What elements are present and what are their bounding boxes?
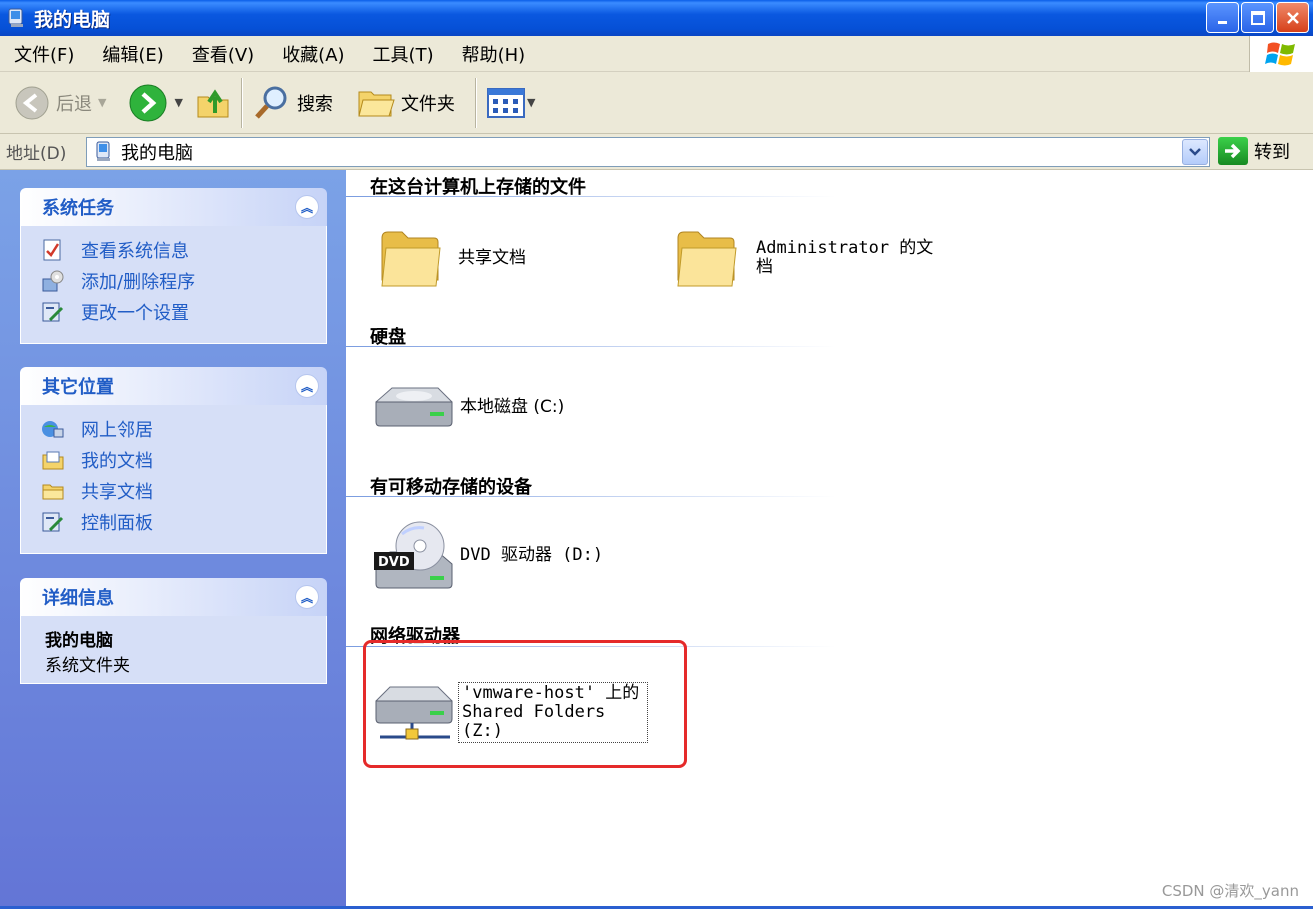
maximize-icon bbox=[1250, 10, 1265, 25]
add-remove-programs-icon bbox=[42, 270, 64, 291]
highlight-annotation bbox=[363, 640, 687, 768]
system-info-icon bbox=[43, 239, 61, 260]
details-type: 系统文件夹 bbox=[45, 656, 130, 676]
forward-arrow-icon bbox=[129, 84, 167, 121]
collapse-icon[interactable]: ︽ bbox=[295, 195, 319, 219]
menu-help[interactable]: 帮助(H) bbox=[448, 41, 540, 67]
views-button[interactable]: ▼ bbox=[481, 78, 541, 128]
toolbar-separator bbox=[240, 77, 243, 128]
chevron-down-icon[interactable]: ▼ bbox=[98, 96, 106, 109]
folder-icon bbox=[381, 231, 441, 287]
menu-favorites[interactable]: 收藏(A) bbox=[268, 41, 358, 67]
task-change-setting[interactable]: 更改一个设置 bbox=[41, 296, 326, 327]
go-button[interactable]: 转到 bbox=[1218, 137, 1290, 165]
task-add-remove-programs[interactable]: 添加/删除程序 bbox=[41, 265, 326, 296]
back-arrow-icon bbox=[15, 86, 49, 119]
back-button[interactable]: 后退 ▼ bbox=[8, 78, 112, 128]
details-header[interactable]: 详细信息 ︽ bbox=[20, 578, 327, 616]
dvd-badge: DVD bbox=[378, 555, 410, 570]
collapse-icon[interactable]: ︽ bbox=[295, 374, 319, 398]
maximize-button[interactable] bbox=[1241, 2, 1274, 33]
folders-button[interactable]: 文件夹 bbox=[351, 78, 461, 128]
title-bar[interactable]: 我的电脑 bbox=[0, 0, 1313, 36]
place-network-neighborhood[interactable]: 网上邻居 bbox=[41, 413, 326, 444]
folder-icon bbox=[42, 484, 64, 499]
go-arrow-icon bbox=[1218, 137, 1248, 165]
my-computer-icon bbox=[8, 8, 23, 27]
menu-view[interactable]: 查看(V) bbox=[178, 41, 268, 67]
chevron-down-icon[interactable]: ▼ bbox=[174, 96, 182, 109]
control-panel-icon bbox=[42, 512, 64, 531]
toolbar-separator bbox=[474, 77, 477, 128]
system-tasks-header[interactable]: 系统任务 ︽ bbox=[20, 188, 327, 226]
toolbar: 后退 ▼ ▼ 搜索 文件夹 ▼ bbox=[0, 72, 1313, 134]
close-icon bbox=[1286, 11, 1299, 24]
network-places-icon bbox=[42, 420, 64, 437]
views-icon bbox=[486, 87, 525, 118]
item-dvd-drive-d[interactable]: DVD DVD 驱动器 (D:) bbox=[372, 520, 603, 596]
section-divider bbox=[346, 196, 836, 197]
address-input[interactable]: 我的电脑 bbox=[86, 137, 1210, 167]
address-label: 地址(D) bbox=[6, 144, 67, 164]
item-shared-documents[interactable]: 共享文档 bbox=[378, 226, 526, 290]
place-shared-documents[interactable]: 共享文档 bbox=[41, 475, 326, 506]
item-administrator-documents[interactable]: Administrator 的文档 bbox=[674, 226, 942, 290]
place-control-panel[interactable]: 控制面板 bbox=[41, 506, 326, 537]
system-tasks-panel: 系统任务 ︽ 查看系统信息 添加/删除程序 更改一个设置 bbox=[20, 188, 327, 344]
my-documents-icon bbox=[42, 451, 64, 469]
hard-disk-icon bbox=[375, 387, 453, 427]
search-button[interactable]: 搜索 bbox=[247, 78, 339, 128]
minimize-icon bbox=[1217, 20, 1227, 24]
folder-icon bbox=[358, 91, 395, 116]
chevron-down-icon bbox=[1189, 148, 1201, 156]
task-pane: 系统任务 ︽ 查看系统信息 添加/删除程序 更改一个设置 其它位置 ︽ 网上邻居… bbox=[0, 170, 346, 909]
close-button[interactable] bbox=[1276, 2, 1309, 33]
other-places-panel: 其它位置 ︽ 网上邻居 我的文档 共享文档 控制面板 bbox=[20, 367, 327, 554]
section-divider bbox=[346, 496, 836, 497]
task-view-system-info[interactable]: 查看系统信息 bbox=[41, 234, 326, 265]
menu-file[interactable]: 文件(F) bbox=[0, 41, 88, 67]
item-local-disk-c[interactable]: 本地磁盘 (C:) bbox=[372, 382, 564, 432]
folder-icon bbox=[677, 231, 737, 287]
search-icon bbox=[255, 86, 287, 119]
control-panel-icon bbox=[42, 302, 64, 321]
address-bar: 地址(D) 我的电脑 转到 bbox=[0, 134, 1313, 170]
collapse-icon[interactable]: ︽ bbox=[295, 585, 319, 609]
my-computer-icon bbox=[96, 141, 110, 161]
place-my-documents[interactable]: 我的文档 bbox=[41, 444, 326, 475]
up-folder-icon bbox=[197, 88, 229, 117]
address-dropdown-button[interactable] bbox=[1182, 139, 1208, 165]
windows-logo-icon bbox=[1249, 36, 1313, 72]
menu-bar: 文件(F) 编辑(E) 查看(V) 收藏(A) 工具(T) 帮助(H) bbox=[0, 36, 1313, 72]
menu-tools[interactable]: 工具(T) bbox=[359, 41, 448, 67]
window-title: 我的电脑 bbox=[34, 8, 111, 31]
up-folder-button[interactable] bbox=[189, 78, 237, 128]
forward-button[interactable]: ▼ bbox=[122, 78, 188, 128]
watermark: CSDN @清欢_yann bbox=[1161, 882, 1299, 900]
details-panel: 详细信息 ︽ 我的电脑 系统文件夹 bbox=[20, 578, 327, 684]
section-divider bbox=[346, 346, 836, 347]
menu-edit[interactable]: 编辑(E) bbox=[88, 41, 177, 67]
details-name: 我的电脑 bbox=[45, 631, 113, 651]
other-places-header[interactable]: 其它位置 ︽ bbox=[20, 367, 327, 405]
address-value: 我的电脑 bbox=[121, 143, 193, 164]
minimize-button[interactable] bbox=[1206, 2, 1239, 33]
chevron-down-icon[interactable]: ▼ bbox=[527, 96, 535, 109]
